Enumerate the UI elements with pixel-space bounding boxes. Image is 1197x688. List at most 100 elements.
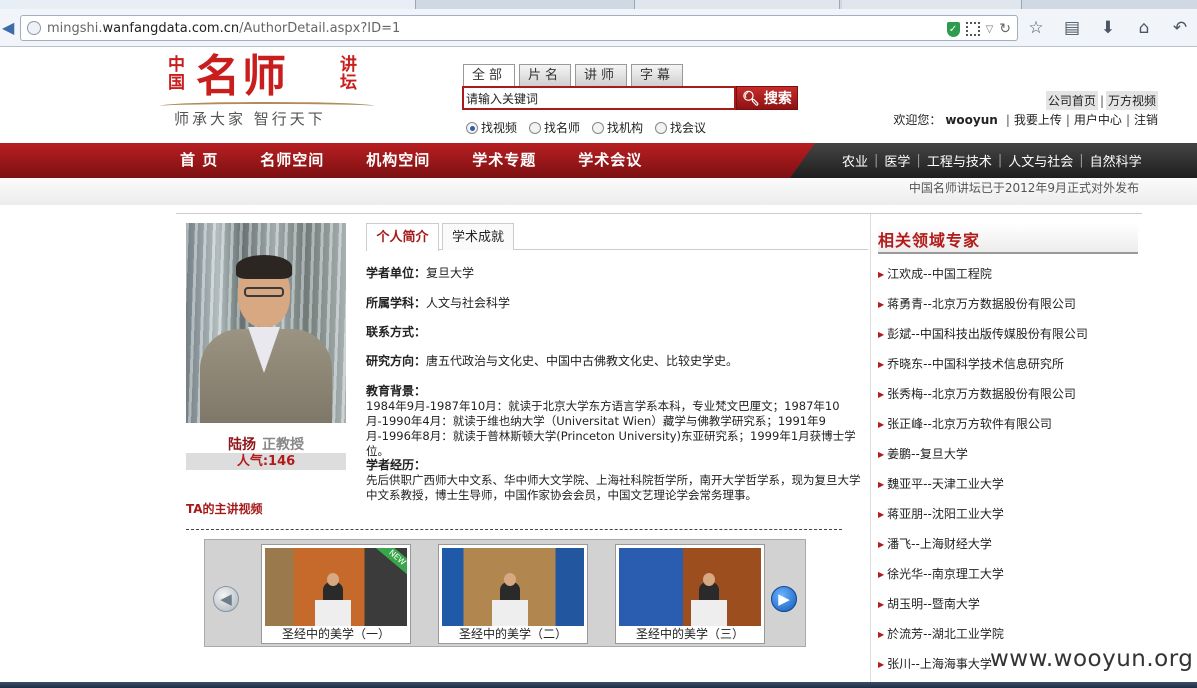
user-center-link[interactable]: 用户中心 bbox=[1074, 113, 1122, 127]
expert-link[interactable]: 徐光华--南京理工大学 bbox=[887, 567, 1004, 581]
list-item[interactable]: ▶ 彭斌--中国科技出版传媒股份有限公司 bbox=[878, 322, 1178, 352]
back-icon[interactable]: ◀ bbox=[2, 19, 20, 37]
divider bbox=[176, 213, 1142, 214]
address-bar[interactable]: mingshi.wanfangdata.com.cn/AuthorDetail.… bbox=[20, 15, 1018, 41]
list-item[interactable]: ▶ 张正峰--北京万方软件有限公司 bbox=[878, 412, 1178, 442]
url-text[interactable]: mingshi.wanfangdata.com.cn/AuthorDetail.… bbox=[47, 21, 400, 36]
expert-link[interactable]: 胡玉明--暨南大学 bbox=[887, 597, 980, 611]
bullet-icon: ▶ bbox=[878, 360, 885, 369]
security-shield-icon[interactable]: ✓ bbox=[946, 21, 960, 37]
dropdown-arrow-icon[interactable]: ▽ bbox=[986, 24, 994, 35]
expert-link[interactable]: 彭斌--中国科技出版传媒股份有限公司 bbox=[887, 327, 1088, 341]
expert-link[interactable]: 张川--上海海事大学 bbox=[887, 657, 992, 671]
search-button[interactable]: 🔍︎ 搜索 bbox=[736, 86, 798, 110]
reading-list-icon[interactable]: ▤ bbox=[1061, 17, 1083, 39]
reload-icon[interactable]: ↻ bbox=[999, 21, 1011, 37]
list-item[interactable]: ▶ 胡玉明--暨南大学 bbox=[878, 592, 1178, 622]
subnav-engineering[interactable]: 工程与技术 bbox=[927, 151, 992, 170]
info-experience: 学者经历： 先后供职广西师大中文系、华中师大文学院、上海社科院哲学所，南开大学哲… bbox=[366, 457, 868, 503]
logout-link[interactable]: 注销 bbox=[1134, 113, 1158, 127]
divider: | bbox=[916, 153, 921, 168]
search-input[interactable] bbox=[464, 88, 734, 108]
video-caption[interactable]: 圣经中的美学（一） bbox=[265, 627, 407, 642]
carousel-next-icon[interactable]: ▶ bbox=[771, 586, 797, 612]
bookmark-star-icon[interactable]: ☆ bbox=[1025, 17, 1047, 39]
radio-find-conference[interactable]: 找会议 bbox=[655, 119, 706, 136]
info-value: 先后供职广西师大中文系、华中师大文学院、上海社科院哲学所，南开大学哲学系，现为复… bbox=[366, 473, 861, 502]
radio-find-teacher[interactable]: 找名师 bbox=[529, 119, 580, 136]
info-label: 学者经历： bbox=[366, 458, 427, 472]
undo-icon[interactable]: ↶ bbox=[1169, 17, 1191, 39]
list-item[interactable]: ▶ 魏亚平--天津工业大学 bbox=[878, 472, 1178, 502]
radio-dot[interactable] bbox=[529, 121, 542, 134]
subnav-natural-science[interactable]: 自然科学 bbox=[1090, 151, 1142, 170]
list-item[interactable]: ▶ 蒋勇青--北京万方数据股份有限公司 bbox=[878, 292, 1178, 322]
expert-link[interactable]: 潘飞--上海财经大学 bbox=[887, 537, 992, 551]
search-tab-all[interactable]: 全部 bbox=[463, 64, 515, 87]
bullet-icon: ▶ bbox=[878, 570, 885, 579]
wanfang-video-link[interactable]: 万方视频 bbox=[1105, 91, 1158, 110]
info-value: 唐五代政治与文化史、中国中古佛教文化史、比较史学史。 bbox=[426, 354, 739, 368]
video-thumbnail[interactable]: 圣经中的美学（三） bbox=[615, 544, 765, 644]
video-thumbnail[interactable]: 圣经中的美学（二） bbox=[438, 544, 588, 644]
list-item[interactable]: ▶ 蒋亚朋--沈阳工业大学 bbox=[878, 502, 1178, 532]
radio-dot[interactable] bbox=[592, 121, 605, 134]
expert-link[interactable]: 姜鹏--复旦大学 bbox=[887, 447, 968, 461]
expert-link[interactable]: 张秀梅--北京万方数据股份有限公司 bbox=[887, 387, 1076, 401]
browser-tab[interactable] bbox=[0, 0, 416, 9]
profile-tabs: 个人简介 学术成就 bbox=[366, 223, 868, 251]
subnav-medicine[interactable]: 医学 bbox=[884, 151, 910, 170]
radio-find-video[interactable]: 找视频 bbox=[466, 119, 517, 136]
expert-link[interactable]: 江欢成--中国工程院 bbox=[887, 267, 992, 281]
browser-tab[interactable] bbox=[842, 0, 1022, 9]
search-tab-lecturer[interactable]: 讲师 bbox=[575, 64, 627, 86]
expert-link[interactable]: 张正峰--北京万方软件有限公司 bbox=[887, 417, 1052, 431]
upload-link[interactable]: 我要上传 bbox=[1014, 113, 1062, 127]
subnav-humanities[interactable]: 人文与社会 bbox=[1008, 151, 1073, 170]
info-education: 教育背景： 1984年9月-1987年10月：就读于北京大学东方语言学系本科，专… bbox=[366, 383, 868, 459]
list-item[interactable]: ▶ 姜鹏--复旦大学 bbox=[878, 442, 1178, 472]
video-caption[interactable]: 圣经中的美学（三） bbox=[619, 627, 761, 642]
related-experts-header: 相关领域专家 bbox=[878, 224, 1138, 254]
search-button-label: 搜索 bbox=[763, 91, 792, 107]
expert-link[interactable]: 蒋亚朋--沈阳工业大学 bbox=[887, 507, 1004, 521]
search-tab-title[interactable]: 片名 bbox=[519, 64, 571, 86]
download-icon[interactable]: ⬇ bbox=[1097, 17, 1119, 39]
home-icon[interactable]: ⌂ bbox=[1133, 17, 1155, 39]
browser-tab-strip bbox=[0, 0, 1197, 9]
radio-find-institution[interactable]: 找机构 bbox=[592, 119, 643, 136]
nav-conferences[interactable]: 学术会议 bbox=[578, 143, 642, 178]
list-item[interactable]: ▶ 江欢成--中国工程院 bbox=[878, 262, 1178, 292]
tab-personal-intro[interactable]: 个人简介 bbox=[366, 223, 439, 251]
teacher-name: 陆扬 bbox=[228, 437, 256, 453]
video-thumbnail[interactable]: NEW 圣经中的美学（一） bbox=[261, 544, 411, 644]
logo-left-text: 中国 bbox=[168, 55, 185, 93]
list-item[interactable]: ▶ 潘飞--上海财经大学 bbox=[878, 532, 1178, 562]
expert-link[interactable]: 魏亚平--天津工业大学 bbox=[887, 477, 1004, 491]
divider bbox=[186, 529, 842, 530]
logo-slogan: 师承大家 智行天下 bbox=[174, 110, 326, 128]
carousel-prev-icon[interactable]: ◀ bbox=[213, 586, 239, 612]
nav-topics[interactable]: 学术专题 bbox=[472, 143, 536, 178]
qr-code-icon[interactable] bbox=[965, 22, 980, 36]
site-logo[interactable]: 中国 名师 讲坛 师承大家 智行天下 bbox=[160, 54, 376, 130]
search-tab-subtitle[interactable]: 字幕 bbox=[631, 64, 683, 86]
video-caption[interactable]: 圣经中的美学（二） bbox=[442, 627, 584, 642]
radio-dot[interactable] bbox=[466, 121, 478, 134]
radio-dot[interactable] bbox=[655, 121, 668, 134]
watermark: www.wooyun.org bbox=[990, 646, 1194, 672]
list-item[interactable]: ▶ 乔晓东--中国科学技术信息研究所 bbox=[878, 352, 1178, 382]
username[interactable]: wooyun bbox=[945, 113, 997, 127]
browser-tab[interactable] bbox=[634, 0, 840, 9]
subnav-agriculture[interactable]: 农业 bbox=[842, 151, 868, 170]
list-item[interactable]: ▶ 张秀梅--北京万方数据股份有限公司 bbox=[878, 382, 1178, 412]
expert-link[interactable]: 於流芳--湖北工业学院 bbox=[887, 627, 1004, 641]
nav-teacher-space[interactable]: 名师空间 bbox=[260, 143, 324, 178]
nav-institution-space[interactable]: 机构空间 bbox=[366, 143, 430, 178]
expert-link[interactable]: 乔晓东--中国科学技术信息研究所 bbox=[887, 357, 1064, 371]
nav-home[interactable]: 首 页 bbox=[180, 143, 218, 178]
company-home-link[interactable]: 公司首页 bbox=[1045, 91, 1098, 110]
tab-academic-achievements[interactable]: 学术成就 bbox=[442, 223, 514, 250]
list-item[interactable]: ▶ 徐光华--南京理工大学 bbox=[878, 562, 1178, 592]
expert-link[interactable]: 蒋勇青--北京万方数据股份有限公司 bbox=[887, 297, 1076, 311]
